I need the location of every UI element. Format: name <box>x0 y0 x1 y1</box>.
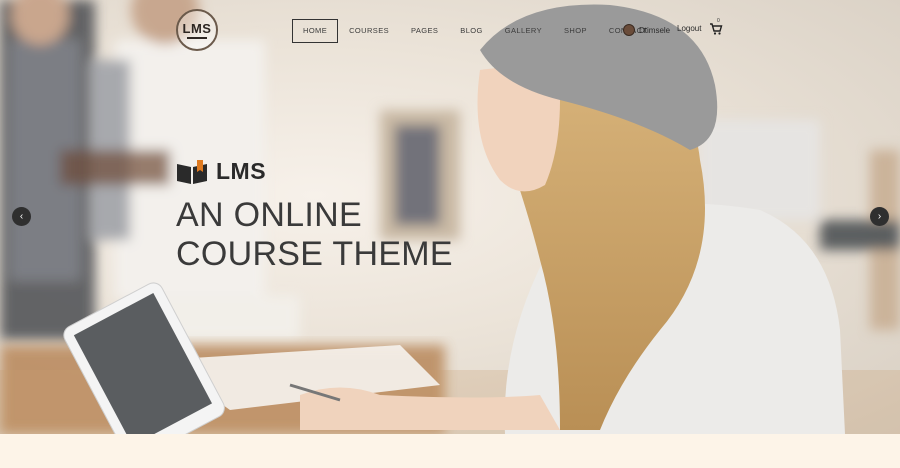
hero-brand-text: LMS <box>216 158 267 184</box>
nav-item-home[interactable]: HOME <box>292 19 339 43</box>
chevron-right-icon: › <box>877 211 882 222</box>
content-band <box>0 434 900 468</box>
logo-underline <box>187 37 207 39</box>
nav-item-blog[interactable]: BLOG <box>449 20 493 42</box>
nav-item-pages[interactable]: PAGES <box>400 20 449 42</box>
nav-item-gallery[interactable]: GALLERY <box>494 20 553 42</box>
cart-count-badge: 0 <box>717 18 720 24</box>
cart-icon[interactable] <box>709 22 723 36</box>
open-book-icon <box>177 159 207 184</box>
site-logo[interactable]: LMS <box>176 9 218 51</box>
nav-item-shop[interactable]: SHOP <box>553 20 598 42</box>
chevron-left-icon: ‹ <box>19 211 24 222</box>
logout-link[interactable]: Logout <box>677 24 701 33</box>
main-navigation: HOME COURSES PAGES BLOG GALLERY SHOP CON… <box>292 19 658 43</box>
username: Dtimsele <box>639 25 671 35</box>
slider-prev-button[interactable]: ‹ <box>12 207 31 226</box>
hero-headline: AN ONLINE COURSE THEME <box>176 196 453 274</box>
hero-brand: LMS <box>176 158 266 185</box>
hero-headline-line2: COURSE THEME <box>176 235 453 273</box>
logo-text: LMS <box>182 21 212 36</box>
user-menu[interactable]: Dtimsele <box>623 24 670 36</box>
hero-headline-line1: AN ONLINE <box>176 196 362 234</box>
slider-next-button[interactable]: › <box>870 207 889 226</box>
nav-item-courses[interactable]: COURSES <box>338 20 400 42</box>
hero-slide: LMS HOME COURSES PAGES BLOG GALLERY SHOP… <box>0 0 900 434</box>
avatar <box>623 24 635 36</box>
